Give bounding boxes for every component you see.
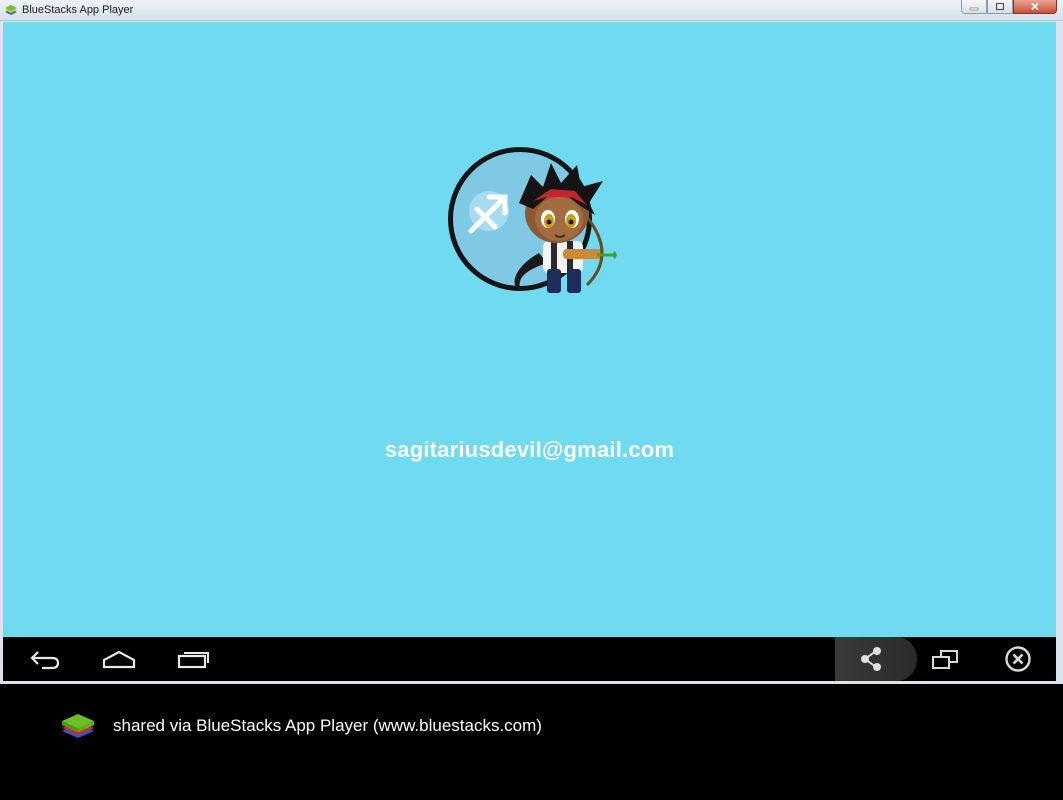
window-controls (961, 0, 1057, 14)
recent-apps-icon (177, 652, 209, 669)
share-icon (861, 647, 881, 671)
bluestacks-logo-icon (62, 714, 94, 738)
title-bar[interactable]: BlueStacks App Player (0, 0, 1063, 21)
share-button[interactable] (849, 637, 893, 681)
close-circle-icon (1005, 646, 1031, 672)
back-arrow-icon (30, 651, 60, 670)
android-screen[interactable]: sagitariusdevil@gmail.com (3, 22, 1056, 637)
home-icon (102, 650, 136, 669)
close-icon (1031, 2, 1039, 11)
bluestacks-logo-icon (5, 5, 17, 15)
maximize-button[interactable] (987, 0, 1013, 14)
window-title: BlueStacks App Player (22, 4, 134, 16)
close-window-button[interactable] (1013, 0, 1057, 14)
minimize-button[interactable] (961, 0, 987, 14)
sagittarius-avatar (448, 147, 617, 293)
window-mode-button[interactable] (923, 637, 967, 681)
minimize-icon (969, 7, 979, 10)
maximize-icon (995, 2, 1005, 11)
back-button[interactable] (23, 637, 67, 681)
account-email: sagitariusdevil@gmail.com (384, 437, 675, 462)
share-footer: shared via BlueStacks App Player (www.bl… (0, 684, 1063, 800)
recent-apps-button[interactable] (171, 637, 215, 681)
window-mode-icon (932, 650, 958, 669)
android-navigation-bar (3, 637, 1056, 681)
app-window: BlueStacks App Player sagitariusdevil@gm… (0, 0, 1063, 684)
share-attribution-text: shared via BlueStacks App Player (www.bl… (113, 716, 542, 735)
home-button[interactable] (97, 637, 141, 681)
close-app-button[interactable] (996, 637, 1040, 681)
